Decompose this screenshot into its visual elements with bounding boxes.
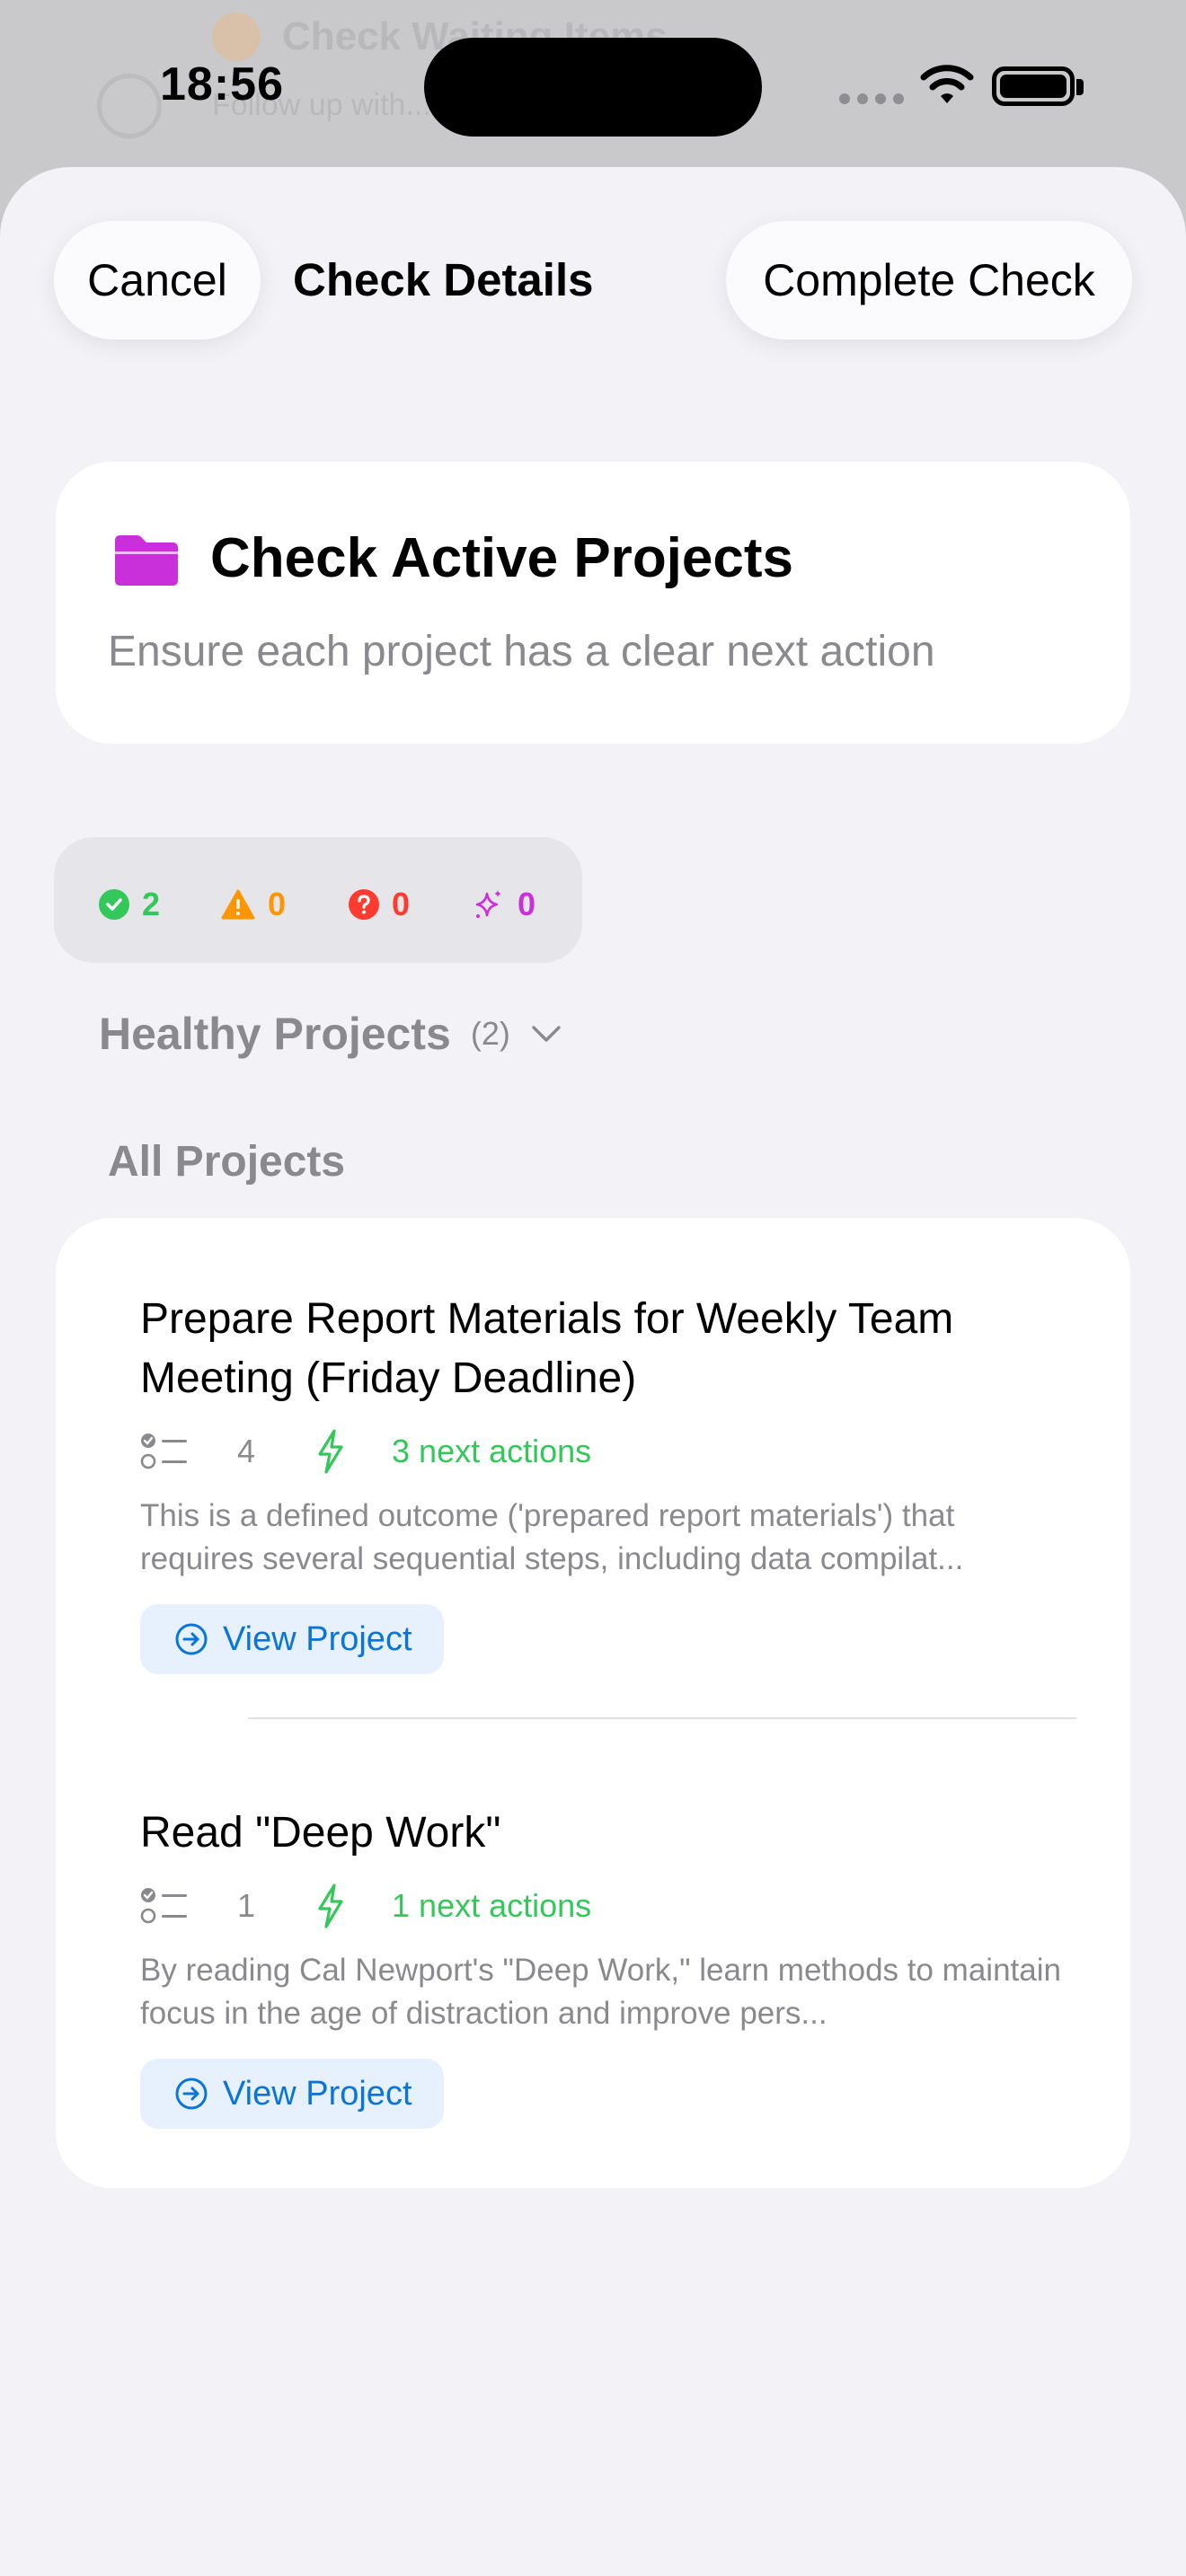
view-project-label: View Project — [223, 1619, 412, 1658]
arrow-right-circle-icon — [175, 1623, 208, 1655]
project-meta: 4 3 next actions — [140, 1425, 1066, 1478]
check-header-card: Check Active Projects Ensure each projec… — [56, 462, 1130, 744]
check-title: Check Active Projects — [210, 527, 794, 589]
divider — [248, 1717, 1076, 1719]
status-time: 18:56 — [160, 58, 284, 110]
battery-cap — [1076, 79, 1084, 95]
healthy-projects-header[interactable]: Healthy Projects (2) — [99, 1008, 562, 1060]
checklist-icon — [140, 1434, 187, 1469]
checklist-icon — [140, 1888, 187, 1924]
question-count[interactable]: 0 — [349, 886, 410, 923]
warning-count-value: 0 — [268, 886, 287, 922]
task-count: 4 — [237, 1433, 256, 1469]
warning-triangle-icon — [221, 889, 255, 920]
healthy-count[interactable]: 2 — [99, 886, 160, 923]
project-description: By reading Cal Newport's "Deep Work," le… — [140, 1953, 1061, 2031]
arrow-right-circle-icon — [175, 2078, 208, 2110]
projects-list: Prepare Report Materials for Weekly Team… — [56, 1218, 1130, 2188]
battery-icon — [992, 66, 1075, 106]
section-count: (2) — [470, 1015, 510, 1052]
project-description: This is a defined outcome ('prepared rep… — [140, 1498, 964, 1576]
view-project-button[interactable]: View Project — [140, 1604, 444, 1674]
check-subtitle: Ensure each project has a clear next act… — [108, 628, 935, 675]
project-title: Prepare Report Materials for Weekly Team… — [140, 1295, 954, 1402]
dynamic-island — [424, 38, 762, 137]
next-actions-count: 1 next actions — [392, 1887, 592, 1924]
complete-check-button[interactable]: Complete Check — [726, 221, 1132, 340]
folder-icon — [115, 535, 178, 586]
chevron-down-icon — [532, 1026, 561, 1042]
cancel-button[interactable]: Cancel — [54, 221, 261, 340]
bolt-icon — [318, 1883, 343, 1928]
view-project-label: View Project — [223, 2074, 412, 2113]
project-title: Read "Deep Work" — [140, 1809, 501, 1857]
sparkle-count[interactable]: 0 — [473, 886, 535, 923]
page-title: Check Details — [293, 254, 594, 305]
question-mark-icon — [349, 889, 379, 920]
healthy-count-value: 2 — [142, 886, 161, 922]
list-item: Read "Deep Work" 1 1 next actions By rea… — [140, 1804, 1066, 2129]
sparkle-count-value: 0 — [518, 886, 536, 922]
section-title: Healthy Projects — [99, 1009, 451, 1059]
all-projects-label: All Projects — [108, 1138, 346, 1186]
screen: Check Waiting Items Follow up with... 18… — [0, 0, 1186, 2576]
wifi-icon — [920, 65, 974, 103]
checkmark-circle-icon — [99, 889, 129, 920]
next-actions-count: 3 next actions — [392, 1433, 592, 1469]
check-details-sheet: Cancel Check Details Complete Check Chec… — [0, 167, 1186, 2576]
bolt-icon — [318, 1429, 343, 1474]
warning-count[interactable]: 0 — [221, 886, 286, 923]
status-bar: 18:56 — [0, 0, 1186, 171]
view-project-button[interactable]: View Project — [140, 2059, 444, 2129]
list-item: Prepare Report Materials for Weekly Team… — [140, 1290, 1066, 1674]
cellular-signal-icon — [839, 93, 904, 104]
task-count: 1 — [237, 1887, 256, 1924]
status-summary: 2 0 0 0 — [54, 837, 582, 963]
question-count-value: 0 — [392, 886, 411, 922]
project-meta: 1 1 next actions — [140, 1879, 1066, 1933]
sparkles-icon — [475, 890, 501, 918]
